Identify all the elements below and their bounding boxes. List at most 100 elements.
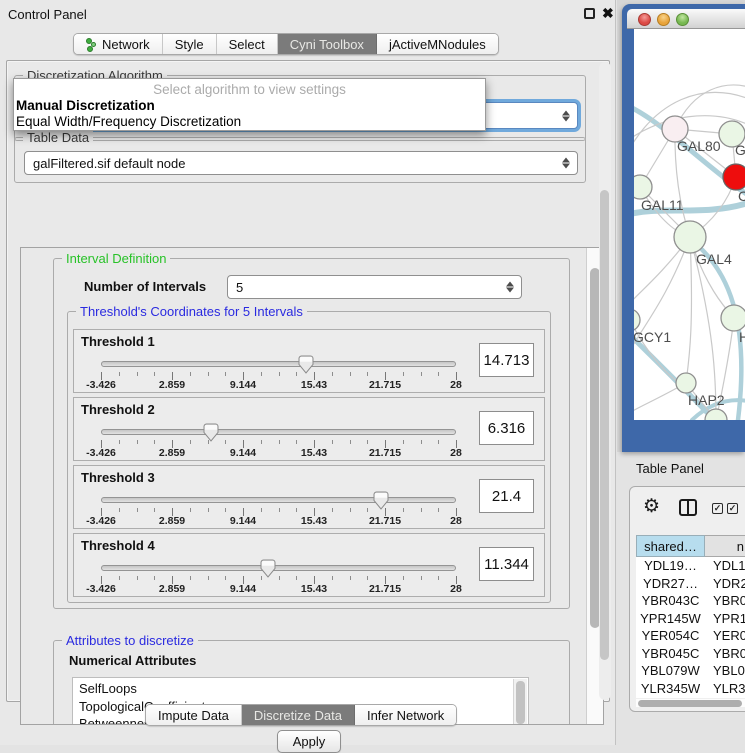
table-row[interactable]: YDL19…YDL1: [636, 557, 745, 575]
panel-vertical-scrollbar[interactable]: [599, 62, 611, 700]
dropdown-prompt-item: Select algorithm to view settings: [14, 82, 485, 97]
dropdown-item-equal-width-frequency[interactable]: Equal Width/Frequency Discretization: [16, 114, 241, 129]
table-data-combo[interactable]: galFiltered.sif default node: [24, 151, 578, 175]
slider-track[interactable]: [101, 361, 456, 367]
tab-network[interactable]: Network: [74, 34, 163, 54]
gear-icon[interactable]: ⚙: [643, 496, 660, 518]
cell-shared-name: YDL19…: [636, 558, 705, 573]
column-header-shared[interactable]: shared…: [636, 535, 705, 557]
group-title: Interval Definition: [62, 251, 170, 266]
tick-label: 21.715: [369, 515, 401, 527]
tab-jactivemnodules[interactable]: jActiveMNodules: [377, 34, 498, 54]
cell-name: YPR1: [705, 611, 745, 626]
table-toolbar: ⚙ ✓ ✓: [630, 493, 745, 525]
node-label: HAP2: [688, 392, 725, 408]
threshold-row: Threshold 1-3.4262.8599.14415.4321.71528…: [73, 329, 545, 393]
node-label: G: [735, 142, 745, 158]
cell-shared-name: YER054C: [636, 628, 705, 643]
cell-shared-name: YBR045C: [636, 646, 705, 661]
zoom-traffic-light[interactable]: [676, 13, 689, 26]
control-panel: Control Panel ✖ Network Style Select Cyn…: [0, 0, 616, 745]
cyni-toolbox-content: Discretization Algorithm Table Data galF…: [6, 60, 610, 702]
node-label: GAL80: [677, 138, 721, 154]
table-row[interactable]: YDR27…YDR2: [636, 575, 745, 593]
cell-name: YBR0: [705, 646, 745, 661]
tab-impute-data[interactable]: Impute Data: [146, 705, 242, 725]
table-row[interactable]: YPR145WYPR1: [636, 610, 745, 628]
tab-select[interactable]: Select: [217, 34, 278, 54]
tab-label: Select: [229, 37, 265, 52]
group-title: Threshold's Coordinates for 5 Intervals: [76, 304, 307, 319]
checkbox-icon[interactable]: ✓: [712, 503, 723, 514]
tab-label: Cyni Toolbox: [290, 37, 364, 52]
network-node-node-H[interactable]: [721, 305, 745, 331]
bottom-tab-bar: Impute Data Discretize Data Infer Networ…: [145, 704, 457, 726]
tick-label: -3.426: [86, 583, 116, 595]
node-label: H: [739, 329, 745, 345]
table-row[interactable]: YBR045CYBR0: [636, 645, 745, 663]
threshold-value-field[interactable]: 6.316: [479, 411, 534, 445]
cell-name: YER0: [705, 628, 745, 643]
table-body[interactable]: YDL19…YDL1YDR27…YDR2YBR043CYBR0YPR145WYP…: [636, 557, 745, 698]
threshold-label: Threshold 3: [81, 470, 155, 485]
table-row[interactable]: YLR345WYLR3: [636, 680, 745, 698]
tab-cyni-toolbox[interactable]: Cyni Toolbox: [278, 34, 377, 54]
network-node-GAL11[interactable]: [634, 175, 652, 199]
tab-label: Infer Network: [367, 708, 444, 723]
tick-label: 9.144: [230, 515, 256, 527]
tick-label: 28: [450, 379, 462, 391]
network-canvas[interactable]: GAL80GCGAL11GAL4GCY1HHAP2: [634, 29, 745, 420]
settings-scrollpane: Interval Definition Number of Intervals …: [20, 247, 604, 725]
tick-label: -3.426: [86, 379, 116, 391]
network-node-GAL4[interactable]: [674, 221, 706, 253]
table-row[interactable]: YIL052CYIL0: [636, 697, 745, 698]
slider-thumb[interactable]: [203, 423, 219, 442]
float-window-icon[interactable]: [584, 8, 595, 19]
table-horizontal-scrollbar[interactable]: [636, 699, 745, 707]
checkbox-icon[interactable]: ✓: [727, 503, 738, 514]
slider-track[interactable]: [101, 565, 456, 571]
slider-track[interactable]: [101, 497, 456, 503]
threshold-label: Threshold 2: [81, 402, 155, 417]
table-data-group: Table Data galFiltered.sif default node: [14, 137, 586, 183]
slider-thumb[interactable]: [260, 559, 276, 578]
threshold-value-field[interactable]: 21.4: [479, 479, 534, 513]
slider-track[interactable]: [101, 429, 456, 435]
threshold-row: Threshold 3 -3.4262.8599.14415.4321.71528…: [73, 465, 545, 529]
tab-style[interactable]: Style: [163, 34, 217, 54]
cell-name: YLR3: [705, 681, 745, 696]
control-panel-titlebar: Control Panel ✖: [0, 0, 615, 26]
slider-thumb[interactable]: [298, 355, 314, 374]
table-row[interactable]: YER054CYER0: [636, 627, 745, 645]
close-icon[interactable]: ✖: [602, 5, 614, 22]
tick-label: -3.426: [86, 447, 116, 459]
number-of-intervals-combo[interactable]: 5: [227, 275, 522, 299]
cell-name: YBL0: [705, 663, 745, 678]
list-scrollbar[interactable]: [513, 679, 527, 725]
threshold-value-field[interactable]: 14.713: [479, 343, 534, 377]
close-traffic-light[interactable]: [638, 13, 651, 26]
column-header-name[interactable]: n: [705, 535, 745, 557]
dropdown-item-manual-discretization[interactable]: Manual Discretization: [16, 98, 155, 113]
table-row[interactable]: YBR043CYBR0: [636, 592, 745, 610]
network-node-GCY1[interactable]: [634, 309, 640, 331]
threshold-value-field[interactable]: 11.344: [479, 547, 534, 581]
tab-infer-network[interactable]: Infer Network: [355, 705, 456, 725]
table-row[interactable]: YBL079WYBL0: [636, 662, 745, 680]
tab-label: Network: [102, 37, 150, 52]
slider-tick-labels: -3.4262.8599.14415.4321.71528: [101, 447, 456, 459]
slider-thumb[interactable]: [373, 491, 389, 510]
list-item[interactable]: SelfLoops: [79, 680, 528, 698]
top-tab-bar: Network Style Select Cyni Toolbox jActiv…: [73, 33, 499, 55]
table-panel-title: Table Panel: [636, 461, 704, 476]
tick-label: 9.144: [230, 447, 256, 459]
tick-label: 9.144: [230, 583, 256, 595]
apply-button[interactable]: Apply: [277, 730, 341, 753]
network-node-HAP2[interactable]: [676, 373, 696, 393]
tick-label: 21.715: [369, 583, 401, 595]
split-view-icon[interactable]: [679, 499, 697, 516]
network-node-node-red[interactable]: [723, 164, 745, 190]
tab-discretize-data[interactable]: Discretize Data: [242, 705, 355, 725]
slider-tick-labels: -3.4262.8599.14415.4321.71528: [101, 515, 456, 527]
minimize-traffic-light[interactable]: [657, 13, 670, 26]
